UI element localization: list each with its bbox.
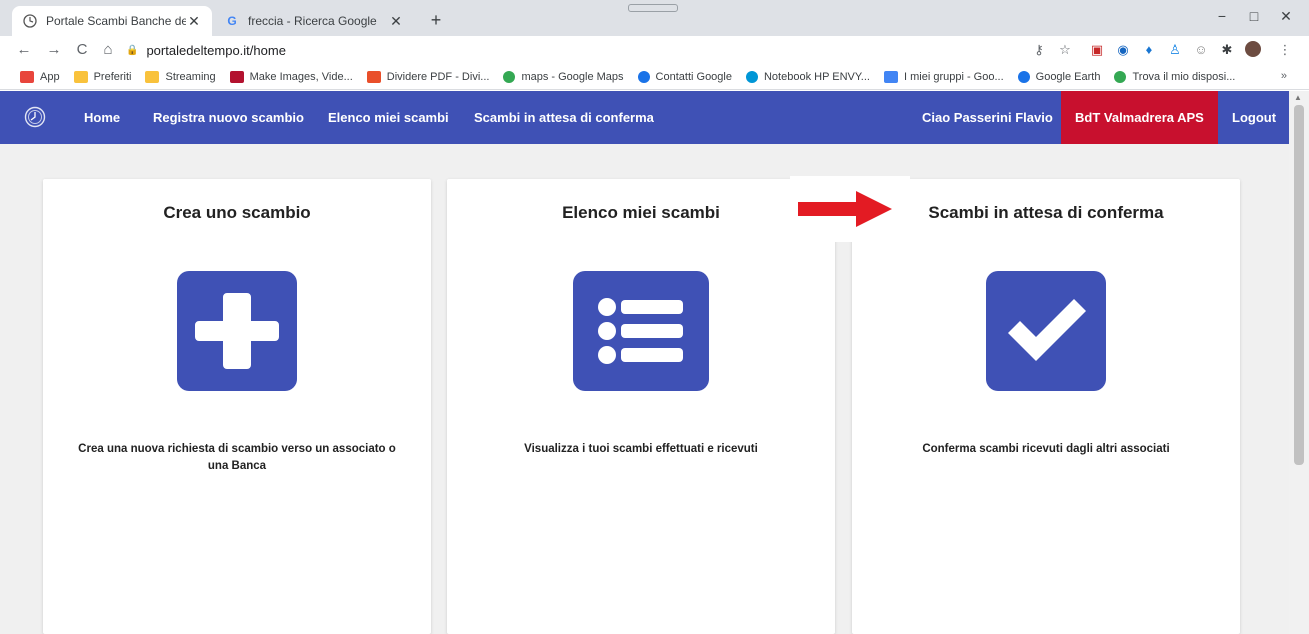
reload-button[interactable]: C [72,40,92,60]
new-tab-button[interactable]: + [426,10,446,31]
bookmark-item[interactable]: Notebook HP ENVY... [745,70,870,83]
card-pending-exchanges[interactable]: Scambi in attesa di conferma Conferma sc… [852,179,1240,634]
extension-drop-icon[interactable]: ♦ [1140,41,1158,59]
site-logo-clock-icon[interactable] [24,106,46,128]
bookmark-item[interactable]: Google Earth [1017,70,1101,83]
make-icon [229,70,244,83]
tab-portale[interactable]: Portale Scambi Banche del Temp ✕ [12,6,212,36]
extension-ring-icon[interactable]: ◉ [1114,41,1132,59]
tab-label: Portale Scambi Banche del Temp [46,14,186,28]
browser-toolbar: ← → C ⌂ 🔒 portaledeltempo.it/home ⚷ ☆ ▣ … [0,36,1309,64]
folder-icon [145,70,160,83]
bookmark-item[interactable]: Dividere PDF - Divi... [366,70,490,83]
maps-pin-icon [503,70,516,83]
card-description: Visualizza i tuoi scambi effettuati e ri… [524,443,758,455]
bookmark-label: Dividere PDF - Divi... [386,70,490,83]
nav-my-exchanges[interactable]: Elenco miei scambi [328,91,449,144]
forward-button[interactable]: → [44,40,64,60]
contacts-icon [637,70,650,83]
card-my-exchanges[interactable]: Elenco miei scambi Visualizza i tuoi sca… [447,179,835,634]
bookmark-label: Notebook HP ENVY... [763,70,870,83]
browser-menu-icon[interactable]: ⋮ [1276,41,1294,59]
user-greeting[interactable]: Ciao Passerini Flavio [922,91,1053,144]
bookmark-label: Preferiti [93,70,132,83]
lock-icon: 🔒 [126,44,139,56]
url-text: portaledeltempo.it/home [146,42,286,58]
key-icon[interactable]: ⚷ [1030,41,1048,59]
bookmark-item[interactable]: Make Images, Vide... [229,70,353,83]
nav-register-exchange[interactable]: Registra nuovo scambio [153,91,304,144]
find-device-icon [1114,70,1127,83]
apps-grid-icon [20,70,34,83]
bookmark-item[interactable]: Contatti Google [637,70,732,83]
bookmark-label: Make Images, Vide... [249,70,353,83]
folder-icon [73,70,88,83]
bookmark-item[interactable]: App [20,70,60,83]
nav-pending-exchanges[interactable]: Scambi in attesa di conferma [474,91,654,144]
scroll-up-icon[interactable]: ▲ [1294,93,1302,102]
list-icon[interactable] [573,271,709,391]
tab-close-icon[interactable]: ✕ [388,13,404,30]
close-window-button[interactable]: ✕ [1276,8,1296,25]
maximize-button[interactable]: □ [1244,8,1264,24]
bookmark-item[interactable]: Preferiti [73,70,132,83]
card-title: Crea uno scambio [163,203,311,222]
bank-badge[interactable]: BdT Valmadrera APS [1061,91,1218,144]
bookmark-star-icon[interactable]: ☆ [1056,41,1074,59]
bookmark-label: Contatti Google [655,70,732,83]
tab-close-icon[interactable]: ✕ [186,13,202,30]
red-arrow-icon [798,191,894,227]
address-bar[interactable]: 🔒 portaledeltempo.it/home [126,39,1180,61]
bookmark-item[interactable]: Trova il mio disposi... [1114,70,1236,83]
bookmark-label: Streaming [165,70,216,83]
earth-icon [1017,70,1030,83]
home-button[interactable]: ⌂ [98,40,118,60]
google-favicon-icon: G [227,14,237,28]
card-create-exchange[interactable]: Crea uno scambio Crea una nuova richiest… [43,179,431,634]
clock-favicon-icon [22,13,38,29]
bookmarks-bar: App Preferiti Streaming Make Images, Vide..… [0,64,1309,90]
minimize-button[interactable]: − [1212,8,1232,24]
acrobat-extension-icon[interactable]: ▣ [1088,41,1106,59]
nav-logout[interactable]: Logout [1232,91,1276,144]
groups-icon [883,70,898,83]
card-description: Conferma scambi ricevuti dagli altri ass… [922,443,1170,455]
browser-tabstrip: Portale Scambi Banche del Temp ✕ G frecc… [0,0,1309,36]
card-description: Crea una nuova richiesta di scambio vers… [78,443,396,472]
hp-icon [745,70,758,83]
bookmark-label: maps - Google Maps [521,70,624,83]
site-navbar: Home Registra nuovo scambio Elenco miei … [0,91,1289,144]
tab-freccia[interactable]: G freccia - Ricerca Google ✕ [214,6,414,36]
bookmark-item[interactable]: maps - Google Maps [503,70,624,83]
scrollbar-thumb[interactable] [1294,105,1304,465]
bookmark-label: Trova il mio disposi... [1132,70,1236,83]
extension-face-icon[interactable]: ☺ [1192,41,1210,59]
extension-person-icon[interactable]: ♙ [1166,41,1184,59]
bookmark-item[interactable]: I miei gruppi - Goo... [883,70,1004,83]
nav-home[interactable]: Home [84,91,120,144]
bookmark-label: Google Earth [1035,70,1101,83]
bookmark-label: I miei gruppi - Goo... [903,70,1004,83]
tab-label: freccia - Ricerca Google [248,14,377,28]
checkmark-icon[interactable] [986,271,1106,391]
bookmark-item[interactable]: Streaming [145,70,216,83]
card-title: Elenco miei scambi [562,203,720,222]
card-title: Scambi in attesa di conferma [928,203,1164,222]
bookmark-label: App [40,70,60,83]
plus-icon[interactable] [177,271,297,391]
page-scrollbar[interactable]: ▲ [1289,91,1309,634]
window-drag-handle[interactable] [628,4,678,12]
bookmarks-overflow-button[interactable]: » [1281,70,1287,82]
profile-avatar[interactable] [1244,41,1262,59]
main-content: Crea uno scambio Crea una nuova richiest… [0,144,1289,634]
pdf-icon [366,70,381,83]
extensions-puzzle-icon[interactable]: ✱ [1218,41,1236,59]
back-button[interactable]: ← [14,40,34,60]
